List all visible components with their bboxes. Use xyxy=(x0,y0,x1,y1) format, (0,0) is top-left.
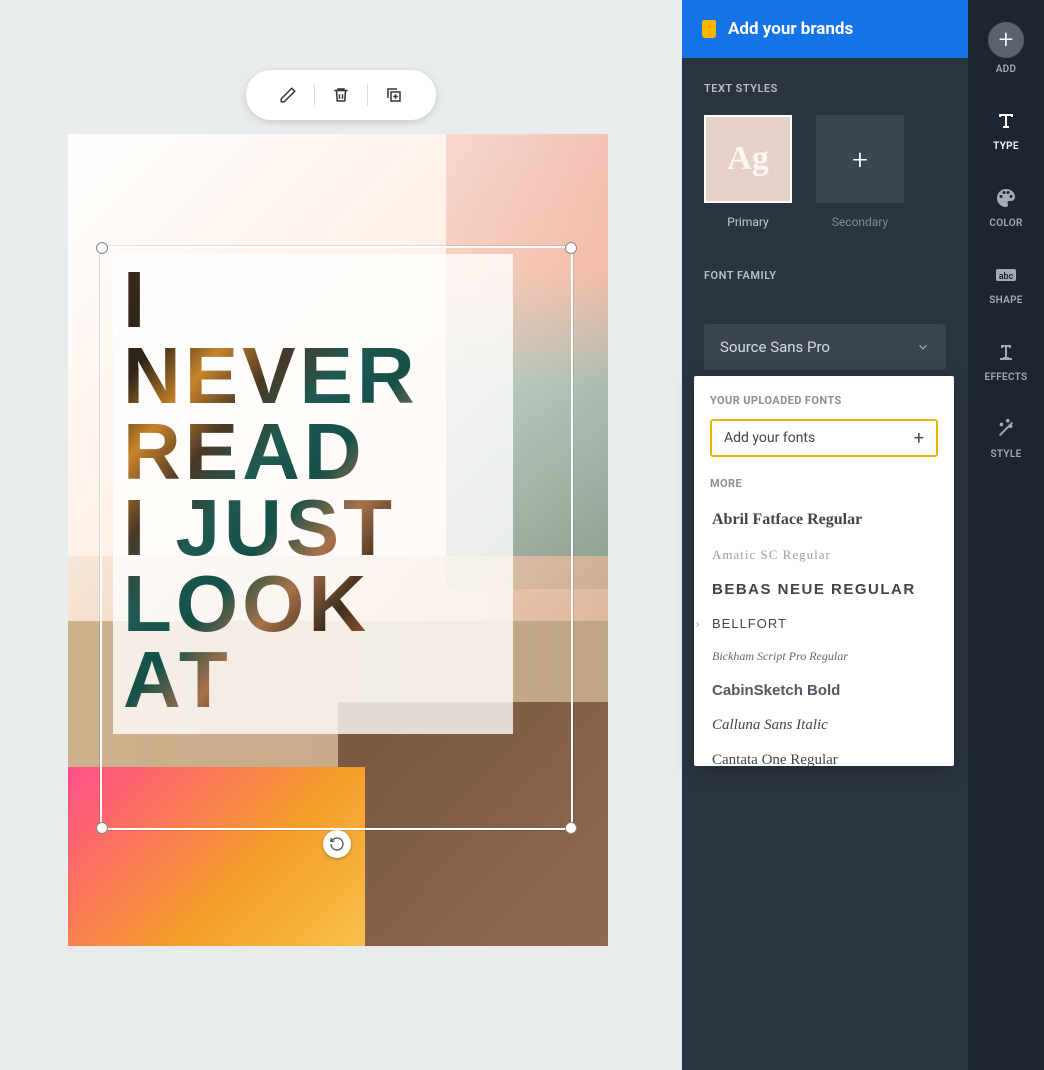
font-option[interactable]: BEBAS NEUE REGULAR xyxy=(710,572,938,607)
plus-icon: + xyxy=(914,428,924,449)
secondary-style-label: Secondary xyxy=(832,215,888,229)
rail-shape[interactable]: abc SHAPE xyxy=(968,257,1044,310)
rail-color-label: COLOR xyxy=(989,218,1022,229)
plus-icon: + xyxy=(852,143,868,176)
rail-style-label: STYLE xyxy=(990,449,1021,460)
font-option[interactable]: ›BELLFORT xyxy=(710,607,938,640)
font-family-heading: FONT FAMILY xyxy=(704,269,946,282)
magic-wand-icon xyxy=(992,415,1020,443)
rail-type[interactable]: TYPE xyxy=(968,103,1044,156)
rail-effects[interactable]: EFFECTS xyxy=(968,334,1044,387)
font-option[interactable]: CabinSketch Bold xyxy=(710,673,938,708)
toolbar-divider xyxy=(314,84,315,106)
pencil-icon xyxy=(279,86,297,104)
font-dropdown[interactable]: YOUR UPLOADED FONTS Add your fonts + MOR… xyxy=(694,376,954,766)
resize-handle-tl[interactable] xyxy=(96,242,108,254)
shape-icon: abc xyxy=(992,261,1020,289)
rail-add[interactable]: + ADD xyxy=(968,18,1044,79)
toolbar-divider xyxy=(367,84,368,106)
primary-style-swatch[interactable]: Ag xyxy=(704,115,792,203)
add-circle-icon: + xyxy=(988,22,1024,58)
rail-style[interactable]: STYLE xyxy=(968,411,1044,464)
uploaded-fonts-heading: YOUR UPLOADED FONTS xyxy=(710,394,938,407)
rail-color[interactable]: COLOR xyxy=(968,180,1044,233)
type-icon xyxy=(992,107,1020,135)
floating-toolbar xyxy=(246,70,436,120)
chevron-down-icon xyxy=(916,340,930,354)
edit-button[interactable] xyxy=(268,80,308,110)
effects-icon xyxy=(992,338,1020,366)
font-option-label: BELLFORT xyxy=(712,616,787,631)
duplicate-button[interactable] xyxy=(374,80,414,110)
rail-type-label: TYPE xyxy=(993,141,1019,152)
chevron-right-icon: › xyxy=(696,619,700,630)
design-canvas[interactable]: I NEVER READ I JUST LOOK AT xyxy=(68,134,608,946)
font-option[interactable]: Amatic SC Regular xyxy=(710,538,938,572)
rail-add-label: ADD xyxy=(996,64,1017,75)
primary-swatch-text: Ag xyxy=(727,140,769,178)
rail-effects-label: EFFECTS xyxy=(985,372,1028,383)
resize-handle-br[interactable] xyxy=(565,822,577,834)
rotate-handle[interactable] xyxy=(323,830,351,858)
resize-handle-bl[interactable] xyxy=(96,822,108,834)
primary-style-label: Primary xyxy=(727,215,768,229)
canvas-area: I NEVER READ I JUST LOOK AT xyxy=(0,0,682,1070)
brand-banner-label: Add your brands xyxy=(728,19,853,39)
add-fonts-button[interactable]: Add your fonts + xyxy=(710,419,938,457)
add-fonts-label: Add your fonts xyxy=(724,430,815,446)
secondary-style-card[interactable]: + Secondary xyxy=(816,115,904,229)
font-option[interactable]: Calluna Sans Italic xyxy=(710,708,938,743)
primary-style-card[interactable]: Ag Primary xyxy=(704,115,792,229)
secondary-style-swatch[interactable]: + xyxy=(816,115,904,203)
resize-handle-tr[interactable] xyxy=(565,242,577,254)
font-option[interactable]: Bickham Script Pro Regular xyxy=(710,640,938,673)
palette-icon xyxy=(992,184,1020,212)
text-styles-section: TEXT STYLES Ag Primary + Secondary xyxy=(682,58,968,239)
rail-shape-label: SHAPE xyxy=(989,295,1023,306)
font-family-select[interactable]: Source Sans Pro xyxy=(704,324,946,370)
font-family-section: FONT FAMILY xyxy=(682,239,968,312)
more-fonts-heading: MORE xyxy=(710,477,938,490)
font-family-value: Source Sans Pro xyxy=(720,338,830,356)
tool-rail: + ADD TYPE COLOR abc SHAPE EFFECTS STYLE xyxy=(968,0,1044,1070)
brand-banner[interactable]: Add your brands xyxy=(682,0,968,58)
font-option[interactable]: Cantata One Regular xyxy=(710,743,938,766)
trash-icon xyxy=(332,86,350,104)
duplicate-icon xyxy=(385,86,403,104)
rotate-icon xyxy=(329,836,345,852)
delete-button[interactable] xyxy=(321,80,361,110)
svg-text:abc: abc xyxy=(999,272,1014,282)
selection-bounds[interactable] xyxy=(100,246,573,830)
text-styles-heading: TEXT STYLES xyxy=(704,82,946,95)
font-option[interactable]: Abril Fatface Regular xyxy=(710,502,938,538)
brand-badge-icon xyxy=(702,20,716,38)
